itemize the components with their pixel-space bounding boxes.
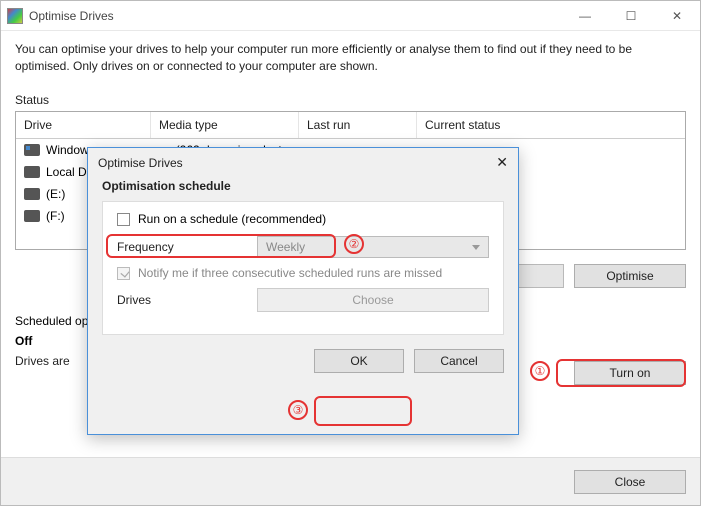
- drive-icon: [24, 188, 40, 200]
- col-drive[interactable]: Drive: [16, 112, 151, 138]
- notify-label: Notify me if three consecutive scheduled…: [138, 266, 442, 280]
- frequency-combobox[interactable]: Weekly: [257, 236, 489, 258]
- dialog-panel: Run on a schedule (recommended) Frequenc…: [102, 201, 504, 335]
- dialog-header: Optimisation schedule: [88, 179, 518, 201]
- titlebar: Optimise Drives — ☐ ✕: [1, 1, 700, 31]
- frequency-label: Frequency: [117, 240, 257, 254]
- frequency-row: Frequency Weekly: [117, 236, 489, 258]
- drives-row: Drives Choose: [117, 288, 489, 312]
- dialog-titlebar: Optimise Drives ✕: [88, 148, 518, 179]
- window-title: Optimise Drives: [29, 9, 114, 23]
- notify-checkbox: [117, 267, 130, 280]
- maximize-button[interactable]: ☐: [608, 1, 654, 31]
- drive-name: (E:): [46, 187, 65, 201]
- run-schedule-label: Run on a schedule (recommended): [138, 212, 326, 226]
- cancel-button[interactable]: Cancel: [414, 349, 504, 373]
- turn-on-button[interactable]: Turn on: [574, 361, 686, 385]
- optimise-schedule-dialog: Optimise Drives ✕ Optimisation schedule …: [87, 147, 519, 435]
- col-current-status[interactable]: Current status: [417, 112, 685, 138]
- drives-label: Drives: [117, 293, 257, 307]
- ok-button[interactable]: OK: [314, 349, 404, 373]
- close-window-button[interactable]: ✕: [654, 1, 700, 31]
- close-button[interactable]: Close: [574, 470, 686, 494]
- drive-icon: [24, 144, 40, 156]
- intro-line2: optimised. Only drives on or connected t…: [15, 59, 378, 73]
- bottom-bar: Close: [1, 457, 700, 505]
- run-schedule-row[interactable]: Run on a schedule (recommended): [117, 212, 489, 226]
- intro-text: You can optimise your drives to help you…: [15, 41, 686, 75]
- frequency-value: Weekly: [266, 240, 305, 254]
- drive-name: (F:): [46, 209, 65, 223]
- run-schedule-checkbox[interactable]: [117, 213, 130, 226]
- annotation-box-3: [314, 396, 412, 426]
- drive-icon: [24, 210, 40, 222]
- col-last-run[interactable]: Last run: [299, 112, 417, 138]
- dialog-title: Optimise Drives: [98, 156, 183, 170]
- app-icon: [7, 8, 23, 24]
- column-headers: Drive Media type Last run Current status: [16, 112, 685, 139]
- annotation-circle-3: ③: [288, 400, 308, 420]
- minimize-button[interactable]: —: [562, 1, 608, 31]
- optimise-drives-window: Optimise Drives — ☐ ✕ You can optimise y…: [0, 0, 701, 506]
- col-media-type[interactable]: Media type: [151, 112, 299, 138]
- dialog-buttons: OK Cancel: [88, 335, 518, 387]
- dialog-close-button[interactable]: ✕: [496, 154, 508, 171]
- intro-line1: You can optimise your drives to help you…: [15, 42, 632, 56]
- choose-button: Choose: [257, 288, 489, 312]
- optimise-button[interactable]: Optimise: [574, 264, 686, 288]
- drive-icon: [24, 166, 40, 178]
- notify-row: Notify me if three consecutive scheduled…: [117, 266, 489, 280]
- status-label: Status: [15, 93, 686, 107]
